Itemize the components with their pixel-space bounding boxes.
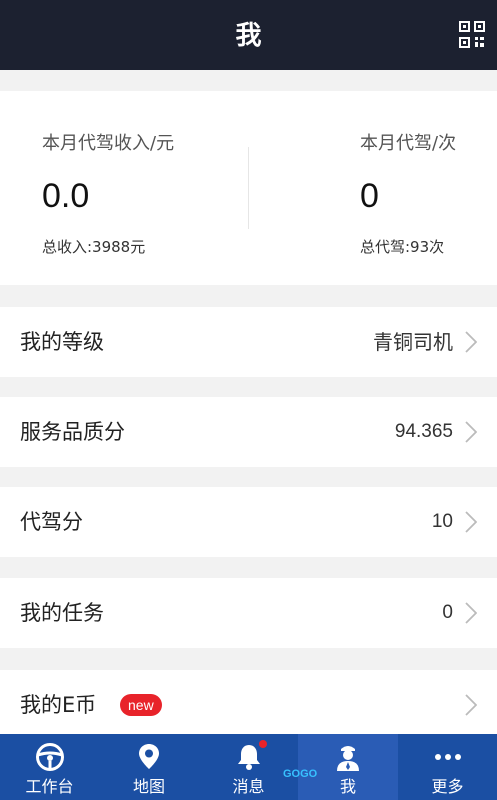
chevron-right-icon (465, 421, 477, 443)
chevron-right-icon (465, 694, 477, 716)
menu-row-service-score[interactable]: 服务品质分 94.365 (0, 397, 497, 467)
row-value: 0 (442, 602, 453, 623)
total-income-text: 总收入:3988元 (42, 238, 146, 256)
row-label: 我的任务 (20, 601, 104, 625)
watermark-logo: GOGO (283, 768, 318, 780)
monthly-trips-value: 0 (360, 177, 379, 215)
row-label: 我的E币 (20, 693, 97, 717)
monthly-stats-card: 本月代驾收入/元 0.0 总收入:3988元 本月代驾/次 0 总代驾:93次 (0, 91, 497, 285)
tab-label: 地图 (132, 777, 165, 796)
bell-icon-wrap (233, 740, 267, 772)
monthly-income-value: 0.0 (42, 177, 90, 215)
bottom-tab-bar: 工作台 地图 消息 我 更多 (0, 734, 497, 800)
more-dots-icon (434, 754, 461, 760)
row-label: 代驾分 (20, 510, 83, 534)
row-label: 我的等级 (20, 330, 104, 354)
chevron-right-icon (465, 331, 477, 353)
tab-messages[interactable]: 消息 (199, 734, 298, 800)
row-value: 青铜司机 (373, 330, 453, 354)
top-nav-bar: 我 (0, 0, 497, 70)
new-badge: new (120, 694, 162, 716)
row-value: 94.365 (394, 421, 453, 442)
tab-label: 工作台 (25, 777, 74, 796)
row-label: 服务品质分 (20, 420, 125, 444)
menu-row-level[interactable]: 我的等级 青铜司机 (0, 307, 497, 377)
tab-me[interactable]: 我 (298, 734, 398, 800)
total-trips-text: 总代驾:93次 (360, 238, 445, 256)
tab-workbench[interactable]: 工作台 (0, 734, 99, 800)
stats-divider (248, 147, 249, 229)
menu-row-tasks[interactable]: 我的任务 0 (0, 578, 497, 648)
map-pin-icon (139, 744, 159, 769)
monthly-income-label: 本月代驾收入/元 (42, 133, 175, 154)
page-title: 我 (235, 21, 262, 51)
chevron-right-icon (465, 602, 477, 624)
tab-map[interactable]: 地图 (99, 734, 199, 800)
monthly-trips-label: 本月代驾/次 (360, 133, 457, 154)
menu-row-e-coins[interactable]: 我的E币 new (0, 670, 497, 740)
row-value: 10 (431, 511, 453, 532)
steering-wheel-icon (35, 743, 64, 771)
chevron-right-icon (465, 511, 477, 533)
qr-code-icon[interactable] (459, 21, 485, 49)
menu-row-driving-score[interactable]: 代驾分 10 (0, 487, 497, 557)
notification-dot (258, 740, 267, 748)
tab-label: 更多 (431, 777, 464, 796)
tab-more[interactable]: 更多 (398, 734, 497, 800)
driver-icon (337, 746, 359, 771)
